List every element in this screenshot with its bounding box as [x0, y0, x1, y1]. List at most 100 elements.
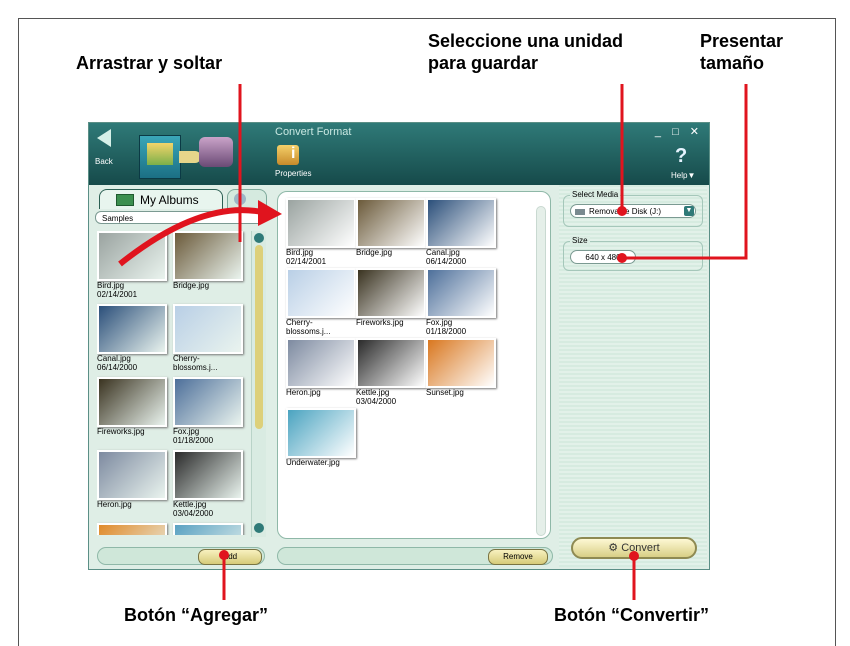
properties-label: Properties — [275, 169, 312, 178]
add-bar: Add — [97, 547, 265, 565]
thumbnail-item[interactable] — [173, 523, 243, 535]
thumbnail-name: Bird.jpg — [286, 248, 314, 257]
thumbnail-image — [286, 198, 356, 248]
thumbnail-image — [286, 338, 356, 388]
size-group: Size 640 x 480 — [563, 236, 703, 271]
add-button[interactable]: Add — [198, 549, 262, 565]
drop-area[interactable]: Bird.jpg 02/14/2001 Bridge.jpg Canal.jpg 06/… — [277, 191, 551, 539]
thumbnail-name: Sunset.jpg — [426, 388, 464, 397]
thumbnail-name: Fox.jpg — [173, 427, 200, 436]
info-icon: i — [291, 145, 296, 162]
folder-search-icon — [234, 193, 246, 205]
thumbnail-name: Bridge.jpg — [356, 248, 393, 257]
window-controls[interactable]: _ □ ✕ — [655, 125, 703, 138]
thumbnail-item[interactable]: Underwater.jpg — [286, 408, 356, 478]
properties-button[interactable]: i Properties — [275, 143, 315, 183]
thumbnail-image — [356, 198, 426, 248]
album-photo-icon — [147, 143, 173, 165]
thumbnail-image — [173, 377, 243, 427]
help-button[interactable]: ? Help▼ — [671, 145, 705, 181]
thumbnail-item[interactable]: Fox.jpg 01/18/2000 — [426, 268, 496, 338]
thumbnail-name: Fireworks.jpg — [356, 318, 404, 327]
size-field[interactable]: 640 x 480 — [570, 250, 636, 264]
back-label: Back — [95, 157, 113, 166]
scroll-down-icon[interactable] — [254, 523, 264, 533]
remove-bar: Remove — [277, 547, 553, 565]
thumbnail-name: Heron.jpg — [97, 500, 132, 509]
thumbnail-item[interactable]: Bridge.jpg — [173, 231, 243, 301]
scroll-thumb[interactable] — [255, 245, 263, 429]
callout-add-button: Botón “Agregar” — [124, 605, 268, 625]
callout-select-drive: Seleccione una unidad para guardar — [428, 31, 624, 73]
thumbnail-image — [173, 450, 243, 500]
albums-panel: My Albums Samples Bird.jpg 02/14/2001 Brid… — [93, 185, 269, 567]
thumbnail-image — [426, 338, 496, 388]
thumbnail-name: Heron.jpg — [286, 388, 321, 397]
thumbnail-item[interactable] — [97, 523, 167, 535]
thumbnail-item[interactable]: Bird.jpg 02/14/2001 — [286, 198, 356, 268]
thumbnail-item[interactable]: Canal.jpg 06/14/2000 — [97, 304, 167, 374]
thumbnail-name: Fireworks.jpg — [97, 427, 145, 436]
thumbnail-item[interactable]: Canal.jpg 06/14/2000 — [426, 198, 496, 268]
scroll-up-icon[interactable] — [254, 233, 264, 243]
thumbnail-name: Cherry-blossoms.j... — [286, 318, 331, 336]
thumbnail-image — [173, 523, 243, 535]
selected-scrollbar[interactable] — [536, 206, 546, 536]
thumbnail-date: 06/14/2000 — [97, 363, 138, 372]
thumbnail-image — [286, 268, 356, 318]
thumbnail-item[interactable]: Bridge.jpg — [356, 198, 426, 268]
thumbnail-name: Canal.jpg — [97, 354, 131, 363]
thumbnail-item[interactable]: Fireworks.jpg — [97, 377, 167, 447]
convert-icon: ⚙ — [608, 542, 622, 554]
remove-button[interactable]: Remove — [488, 549, 548, 565]
thumbnail-item[interactable]: Heron.jpg — [97, 450, 167, 520]
transfer-arrow-icon — [179, 151, 201, 163]
thumbnail-date: 06/14/2000 — [426, 257, 467, 266]
select-media-group: Select Media Removable Disk (J:) ▼ — [563, 190, 703, 227]
album-to-camera-icon — [137, 127, 237, 181]
callout-convert-button: Botón “Convertir” — [554, 605, 709, 625]
thumbnail-item[interactable]: Fireworks.jpg — [356, 268, 426, 338]
thumbnail-image — [173, 231, 243, 281]
tab-my-albums[interactable]: My Albums — [99, 189, 223, 209]
thumbnail-item[interactable]: Cherry-blossoms.j... — [173, 304, 243, 374]
albums-icon — [116, 194, 134, 206]
figure-frame-left — [18, 18, 19, 646]
thumbnail-item[interactable]: Fox.jpg 01/18/2000 — [173, 377, 243, 447]
album-scrollbar[interactable] — [251, 231, 266, 537]
thumbnail-name: Bridge.jpg — [173, 281, 210, 290]
thumbnail-date: 02/14/2001 — [286, 257, 327, 266]
convert-button[interactable]: ⚙ Convert — [571, 537, 697, 559]
thumbnail-image — [426, 268, 496, 318]
thumbnail-name: Canal.jpg — [426, 248, 460, 257]
thumbnail-name: Cherry-blossoms.j... — [173, 354, 218, 372]
window-title: Convert Format — [275, 126, 352, 138]
thumbnail-item[interactable]: Kettle.jpg 03/04/2000 — [356, 338, 426, 408]
media-select[interactable]: Removable Disk (J:) ▼ — [570, 204, 696, 218]
thumbnail-item[interactable]: Bird.jpg 02/14/2001 — [97, 231, 167, 301]
thumbnail-item[interactable]: Heron.jpg — [286, 338, 356, 408]
properties-icon — [277, 145, 299, 165]
help-label: Help▼ — [671, 171, 696, 180]
chevron-down-icon[interactable]: ▼ — [684, 206, 694, 216]
tab-other[interactable] — [227, 189, 267, 209]
help-icon: ? — [675, 145, 688, 167]
callout-drag-drop: Arrastrar y soltar — [76, 53, 223, 73]
album-select[interactable]: Samples — [95, 211, 265, 224]
convert-format-window: Back Convert Format _ □ ✕ i Properties ?… — [88, 122, 710, 570]
thumbnail-image — [97, 523, 167, 535]
callout-size-display: Presentar tamaño — [700, 31, 784, 73]
back-button[interactable]: Back — [93, 129, 121, 169]
camera-icon — [199, 137, 233, 167]
thumbnail-item[interactable]: Sunset.jpg — [426, 338, 496, 408]
media-select-value: Removable Disk (J:) — [589, 207, 662, 216]
thumbnail-image — [426, 198, 496, 248]
back-arrow-icon — [97, 129, 111, 147]
thumbnail-image — [173, 304, 243, 354]
thumbnail-item[interactable]: Cherry-blossoms.j... — [286, 268, 356, 338]
thumbnail-image — [286, 408, 356, 458]
tab-my-albums-label: My Albums — [140, 193, 199, 207]
thumbnail-item[interactable]: Kettle.jpg 03/04/2000 — [173, 450, 243, 520]
thumbnail-image — [97, 450, 167, 500]
thumbnail-date: 03/04/2000 — [356, 397, 397, 406]
